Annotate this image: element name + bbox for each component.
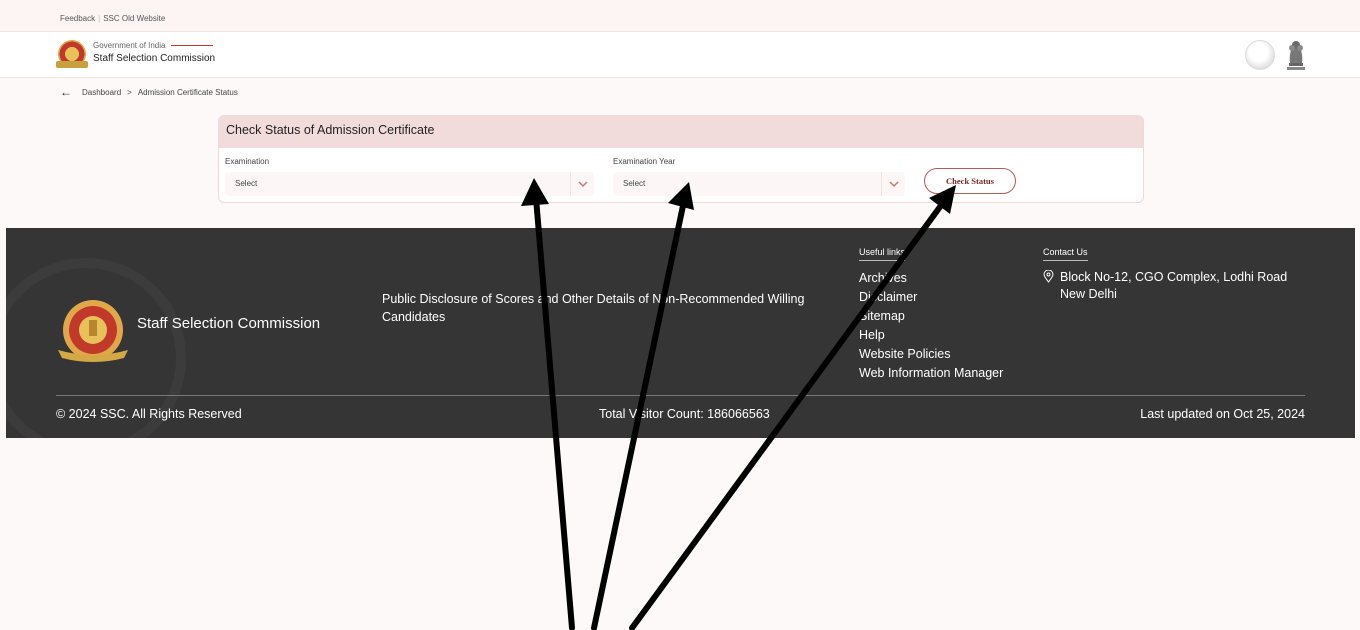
- admission-status-card: Check Status of Admission Certificate Ex…: [218, 115, 1144, 203]
- chevron-down-icon[interactable]: [570, 172, 594, 196]
- contact-address: Block No-12, CGO Complex, Lodhi Road New…: [1043, 269, 1287, 303]
- org-name[interactable]: Staff Selection Commission: [93, 53, 215, 64]
- list-item: Website Policies: [859, 345, 1003, 364]
- list-item: Web Information Manager: [859, 364, 1003, 383]
- breadcrumb-current: Admission Certificate Status: [137, 87, 238, 97]
- last-updated: Last updated on Oct 25, 2024: [1140, 407, 1305, 421]
- footer-link-web-information-manager[interactable]: Web Information Manager: [859, 366, 1003, 380]
- examination-select-value: Select: [235, 179, 258, 188]
- gov-of-india-label: Government of India: [93, 41, 214, 50]
- chevron-down-icon[interactable]: [881, 172, 905, 196]
- list-item: Disclaimer: [859, 288, 1003, 307]
- address-line-1: Block No-12, CGO Complex, Lodhi Road: [1060, 270, 1288, 284]
- ssc-logo-icon: [58, 300, 128, 362]
- feedback-link[interactable]: Feedback: [60, 14, 95, 23]
- useful-links-list: Archives Disclaimer Sitemap Help Website…: [859, 269, 1003, 383]
- address-text: Block No-12, CGO Complex, Lodhi Road New…: [1060, 269, 1287, 303]
- breadcrumb-separator: >: [127, 87, 132, 97]
- gov-text: Government of India: [93, 41, 166, 50]
- arrow-left-icon[interactable]: ←: [60, 86, 72, 98]
- gov-rule: [171, 45, 214, 47]
- card-title: Check Status of Admission Certificate: [219, 116, 1143, 148]
- contact-us-title: Contact Us: [1043, 247, 1088, 261]
- breadcrumb-dashboard[interactable]: Dashboard: [82, 88, 121, 97]
- examination-year-select[interactable]: Select: [613, 172, 905, 196]
- footer-link-sitemap[interactable]: Sitemap: [859, 309, 905, 323]
- breadcrumb: ← Dashboard > Admission Certificate Stat…: [60, 86, 238, 98]
- footer-link-website-policies[interactable]: Website Policies: [859, 347, 950, 361]
- national-emblem-icon: [1287, 41, 1305, 70]
- list-item: Sitemap: [859, 307, 1003, 326]
- examination-select[interactable]: Select: [225, 172, 594, 196]
- theme-toggle-icon[interactable]: [1245, 40, 1275, 70]
- examination-year-label: Examination Year: [613, 157, 676, 166]
- list-item: Help: [859, 326, 1003, 345]
- useful-links-title: Useful links: [859, 247, 906, 261]
- top-utility-bar: Feedback | SSC Old Website: [0, 0, 1360, 32]
- ssc-logo-icon[interactable]: [56, 40, 88, 68]
- footer-link-archives[interactable]: Archives: [859, 271, 907, 285]
- examination-year-select-value: Select: [623, 179, 646, 188]
- topbar-separator: |: [98, 14, 101, 23]
- footer-brand: Staff Selection Commission: [137, 315, 321, 332]
- examination-label: Examination: [225, 157, 270, 166]
- location-pin-icon: [1043, 270, 1054, 283]
- public-disclosure-link[interactable]: Public Disclosure of Scores and Other De…: [382, 290, 822, 326]
- site-footer: Staff Selection Commission Public Disclo…: [6, 228, 1355, 438]
- footer-divider: [56, 395, 1305, 396]
- site-header: Government of India Staff Selection Comm…: [0, 32, 1360, 78]
- address-line-2: New Delhi: [1060, 287, 1117, 301]
- old-website-link[interactable]: SSC Old Website: [103, 14, 165, 23]
- visitor-count: Total Visitor Count: 186066563: [599, 407, 770, 421]
- list-item: Archives: [859, 269, 1003, 288]
- check-status-button[interactable]: Check Status: [924, 168, 1016, 194]
- footer-link-disclaimer[interactable]: Disclaimer: [859, 290, 917, 304]
- footer-link-help[interactable]: Help: [859, 328, 885, 342]
- copyright-text: © 2024 SSC. All Rights Reserved: [56, 407, 242, 421]
